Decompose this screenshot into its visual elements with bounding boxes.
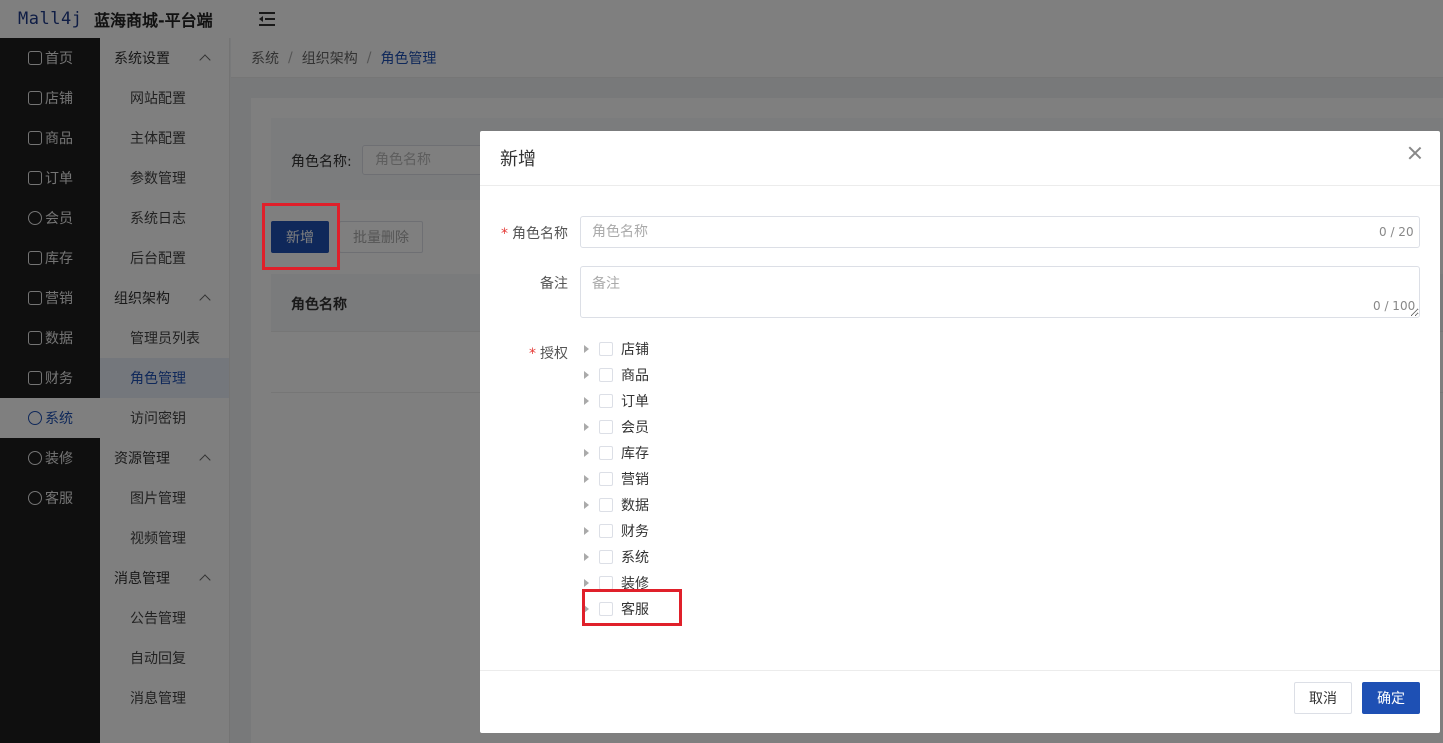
tree-node-stock[interactable]: 库存 bbox=[584, 440, 649, 466]
close-icon[interactable] bbox=[1408, 146, 1422, 160]
dialog-title: 新增 bbox=[500, 149, 536, 170]
tree-checkbox[interactable] bbox=[599, 446, 613, 460]
tree-node-finance[interactable]: 财务 bbox=[584, 518, 649, 544]
tree-node-marketing[interactable]: 营销 bbox=[584, 466, 649, 492]
role-name-input[interactable] bbox=[580, 216, 1420, 248]
role-name-label-text: 角色名称 bbox=[512, 226, 568, 242]
tree-node-label: 订单 bbox=[621, 394, 649, 410]
cancel-button[interactable]: 取消 bbox=[1294, 682, 1352, 714]
tree-node-label: 店铺 bbox=[621, 342, 649, 358]
confirm-button[interactable]: 确定 bbox=[1362, 682, 1420, 714]
expand-caret-icon[interactable] bbox=[584, 423, 589, 431]
expand-caret-icon[interactable] bbox=[584, 501, 589, 509]
remark-label: 备注 bbox=[540, 276, 568, 292]
tree-checkbox[interactable] bbox=[599, 498, 613, 512]
tree-node-member[interactable]: 会员 bbox=[584, 414, 649, 440]
expand-caret-icon[interactable] bbox=[584, 397, 589, 405]
expand-caret-icon[interactable] bbox=[584, 527, 589, 535]
highlight-box-service-node bbox=[582, 589, 682, 626]
tree-node-label: 财务 bbox=[621, 524, 649, 540]
expand-caret-icon[interactable] bbox=[584, 345, 589, 353]
role-name-label: * 角色名称 bbox=[498, 223, 568, 243]
tree-checkbox[interactable] bbox=[599, 472, 613, 486]
tree-checkbox[interactable] bbox=[599, 550, 613, 564]
tree-checkbox[interactable] bbox=[599, 420, 613, 434]
tree-node-label: 商品 bbox=[621, 368, 649, 384]
tree-checkbox[interactable] bbox=[599, 524, 613, 538]
tree-checkbox[interactable] bbox=[599, 576, 613, 590]
remark-textarea[interactable] bbox=[580, 266, 1420, 318]
tree-checkbox[interactable] bbox=[599, 342, 613, 356]
tree-node-data[interactable]: 数据 bbox=[584, 492, 649, 518]
tree-node-shop[interactable]: 店铺 bbox=[584, 336, 649, 362]
auth-label-text: 授权 bbox=[540, 346, 568, 362]
tree-node-product[interactable]: 商品 bbox=[584, 362, 649, 388]
auth-label: * 授权 bbox=[498, 343, 568, 363]
highlight-box-add-button bbox=[262, 203, 340, 270]
role-name-count: 0 / 20 bbox=[1379, 225, 1414, 239]
tree-node-label: 数据 bbox=[621, 498, 649, 514]
tree-node-order[interactable]: 订单 bbox=[584, 388, 649, 414]
dialog-header: 新增 bbox=[480, 131, 1440, 186]
tree-node-label: 会员 bbox=[621, 420, 649, 436]
add-role-dialog: 新增 *角色名称 0 / 20 备注 0 / 100 *授权 店铺 商品 订单 … bbox=[480, 131, 1440, 733]
tree-node-system[interactable]: 系统 bbox=[584, 544, 649, 570]
remark-count: 0 / 100 bbox=[1373, 299, 1416, 313]
required-mark: * bbox=[501, 226, 508, 242]
expand-caret-icon[interactable] bbox=[584, 449, 589, 457]
tree-node-label: 系统 bbox=[621, 550, 649, 566]
tree-node-label: 营销 bbox=[621, 472, 649, 488]
expand-caret-icon[interactable] bbox=[584, 475, 589, 483]
required-mark: * bbox=[529, 346, 536, 362]
tree-checkbox[interactable] bbox=[599, 394, 613, 408]
tree-checkbox[interactable] bbox=[599, 368, 613, 382]
permission-tree: 店铺 商品 订单 会员 库存 营销 数据 财务 系统 装修 客服 bbox=[584, 336, 649, 622]
expand-caret-icon[interactable] bbox=[584, 371, 589, 379]
tree-node-label: 库存 bbox=[621, 446, 649, 462]
dialog-footer: 取消 确定 bbox=[480, 670, 1440, 733]
expand-caret-icon[interactable] bbox=[584, 553, 589, 561]
expand-caret-icon[interactable] bbox=[584, 579, 589, 587]
